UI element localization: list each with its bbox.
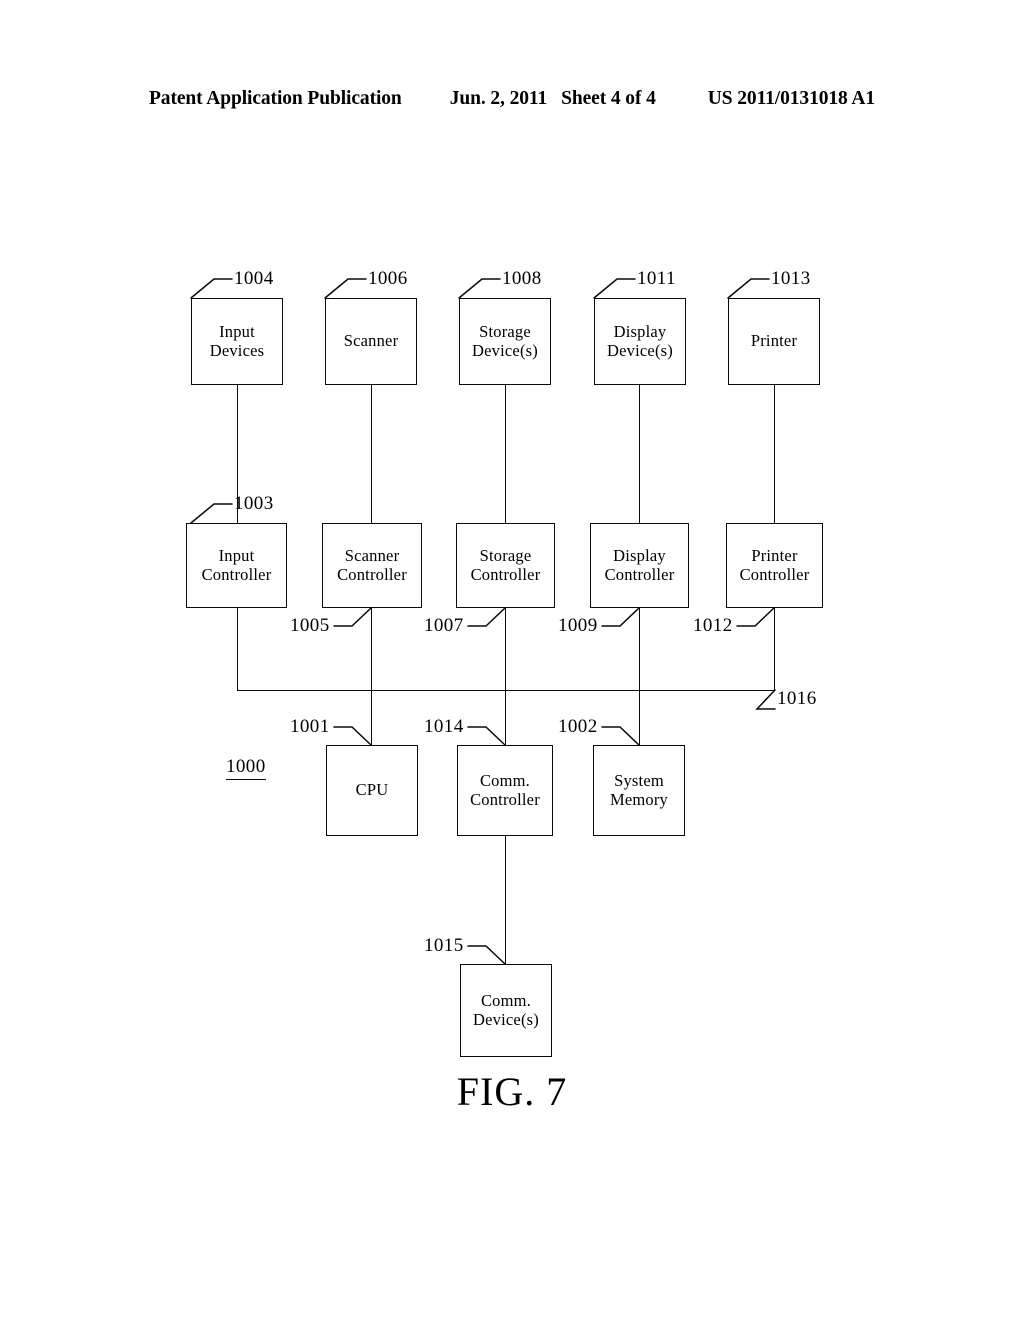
- connector-printer-controller-to-bus: [774, 608, 775, 691]
- connector-printer-to-controller: [774, 385, 775, 523]
- node-storage-devices-label: Storage Device(s): [472, 322, 538, 360]
- connector-input-controller-to-bus: [237, 608, 238, 691]
- node-storage-controller: Storage Controller: [456, 523, 555, 608]
- node-storage-devices: Storage Device(s): [459, 298, 551, 385]
- ref-1005: 1005: [290, 615, 330, 636]
- system-bus-line: [237, 690, 775, 691]
- node-printer: Printer: [728, 298, 820, 385]
- node-scanner-controller-label: Scanner Controller: [337, 546, 407, 584]
- header-patent-number: US 2011/0131018 A1: [707, 88, 876, 109]
- node-comm-controller: Comm. Controller: [457, 745, 553, 836]
- node-scanner-label: Scanner: [343, 331, 399, 351]
- node-scanner-controller: Scanner Controller: [322, 523, 422, 608]
- connector-comm-controller-to-devices: [505, 836, 506, 964]
- node-display-devices-label: Display Device(s): [607, 322, 673, 360]
- node-input-devices-label: Input Devices: [209, 322, 265, 360]
- node-comm-devices-label: Comm. Device(s): [473, 991, 539, 1029]
- node-storage-controller-label: Storage Controller: [470, 546, 541, 584]
- ref-1016: 1016: [777, 688, 817, 709]
- header-sheet-number: Sheet 4 of 4: [561, 88, 656, 109]
- node-system-memory-label: System Memory: [609, 771, 669, 809]
- reference-leader-lines: [190, 278, 776, 965]
- node-comm-devices: Comm. Device(s): [460, 964, 552, 1057]
- connector-display-to-controller: [639, 385, 640, 523]
- node-scanner: Scanner: [325, 298, 417, 385]
- ref-1007: 1007: [424, 615, 464, 636]
- patent-figure-page: Patent Application Publication Jun. 2, 2…: [0, 0, 1024, 1320]
- node-comm-controller-label: Comm. Controller: [470, 771, 540, 809]
- node-input-devices: Input Devices: [191, 298, 283, 385]
- node-input-controller-label: Input Controller: [201, 546, 272, 584]
- node-printer-controller-label: Printer Controller: [739, 546, 810, 584]
- connector-storage-to-controller: [505, 385, 506, 523]
- node-cpu-label: CPU: [355, 780, 389, 800]
- ref-1002: 1002: [558, 716, 598, 737]
- node-printer-label: Printer: [750, 331, 798, 351]
- ref-1011: 1011: [637, 268, 676, 289]
- ref-1012: 1012: [693, 615, 733, 636]
- ref-1001: 1001: [290, 716, 330, 737]
- connector-scanner-controller-to-bus: [371, 608, 372, 691]
- ref-1015: 1015: [424, 935, 464, 956]
- node-display-controller: Display Controller: [590, 523, 689, 608]
- node-display-controller-label: Display Controller: [604, 546, 675, 584]
- ref-1004: 1004: [234, 268, 274, 289]
- node-printer-controller: Printer Controller: [726, 523, 823, 608]
- ref-1008: 1008: [502, 268, 542, 289]
- connector-bus-to-comm-controller: [505, 690, 506, 745]
- node-system-memory: System Memory: [593, 745, 685, 836]
- node-cpu: CPU: [326, 745, 418, 836]
- node-input-controller: Input Controller: [186, 523, 287, 608]
- header-publication-title: Patent Application Publication: [148, 88, 402, 109]
- ref-1003: 1003: [234, 493, 274, 514]
- header-date: Jun. 2, 2011: [449, 88, 548, 109]
- connector-bus-to-cpu: [371, 690, 372, 745]
- ref-1000-system: 1000: [226, 756, 266, 780]
- ref-1009: 1009: [558, 615, 598, 636]
- figure-caption: FIG. 7: [456, 1069, 568, 1114]
- connector-bus-to-system-memory: [639, 690, 640, 745]
- publication-header: Patent Application Publication Jun. 2, 2…: [0, 88, 1024, 114]
- connector-storage-controller-to-bus: [505, 608, 506, 691]
- ref-1013: 1013: [771, 268, 811, 289]
- connector-scanner-to-controller: [371, 385, 372, 523]
- connector-display-controller-to-bus: [639, 608, 640, 691]
- node-display-devices: Display Device(s): [594, 298, 686, 385]
- ref-1006: 1006: [368, 268, 408, 289]
- ref-1014: 1014: [424, 716, 464, 737]
